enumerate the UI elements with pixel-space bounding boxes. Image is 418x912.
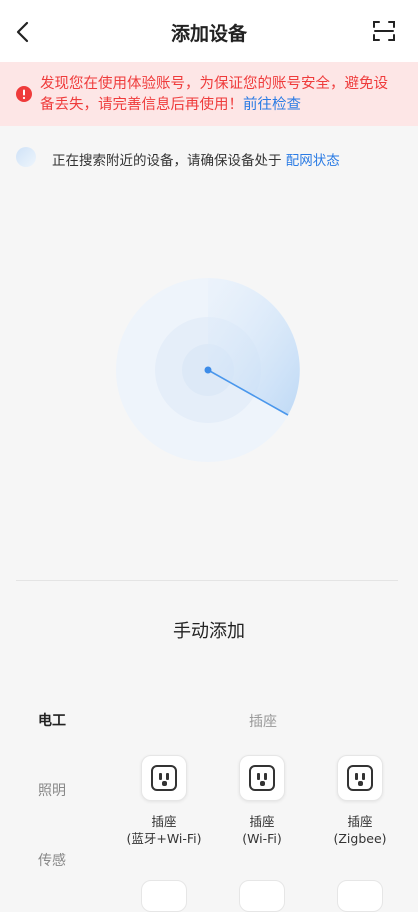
device-socket-ble-wifi[interactable]: 插座 (蓝牙+Wi-Fi): [109, 755, 219, 847]
divider: [16, 580, 398, 581]
socket-icon: [337, 755, 383, 801]
manual-add-title: 手动添加: [173, 621, 245, 642]
search-status: 正在搜索附近的设备，请确保设备处于 配网状态: [0, 140, 418, 174]
device-next-row-partial[interactable]: [337, 880, 383, 912]
alert-icon: [16, 86, 32, 102]
check-link[interactable]: 前往检查: [243, 97, 301, 113]
warning-banner: 发现您在使用体验账号，为保证您的账号安全，避免设备丢失，请完善信息后再使用！前往…: [0, 62, 418, 126]
device-label: 插座 (Zigbee): [333, 814, 387, 846]
radar-scan-animation: [116, 278, 300, 462]
socket-icon: [239, 755, 285, 801]
device-label: 插座 (Wi-Fi): [242, 814, 282, 846]
search-status-text: 正在搜索附近的设备，请确保设备处于: [52, 153, 282, 169]
searching-icon: [16, 147, 36, 167]
network-mode-link[interactable]: 配网状态: [286, 153, 340, 169]
category-sensor[interactable]: 传感: [38, 850, 66, 870]
warning-text: 发现您在使用体验账号，为保证您的账号安全，避免设备丢失，请完善信息后再使用！: [40, 76, 388, 113]
device-socket-wifi[interactable]: 插座 (Wi-Fi): [207, 755, 317, 847]
socket-icon: [141, 755, 187, 801]
device-socket-zigbee[interactable]: 插座 (Zigbee): [305, 755, 415, 847]
category-lighting[interactable]: 照明: [38, 780, 66, 800]
scan-button[interactable]: [372, 19, 396, 43]
page-title: 添加设备: [170, 23, 247, 45]
scan-icon: [373, 21, 395, 41]
header: 添加设备: [0, 0, 418, 62]
device-next-row-partial[interactable]: [239, 880, 285, 912]
category-electrician[interactable]: 电工: [38, 710, 66, 730]
device-next-row-partial[interactable]: [141, 880, 187, 912]
device-label: 插座 (蓝牙+Wi-Fi): [126, 814, 202, 846]
section-title-socket: 插座: [249, 714, 277, 730]
